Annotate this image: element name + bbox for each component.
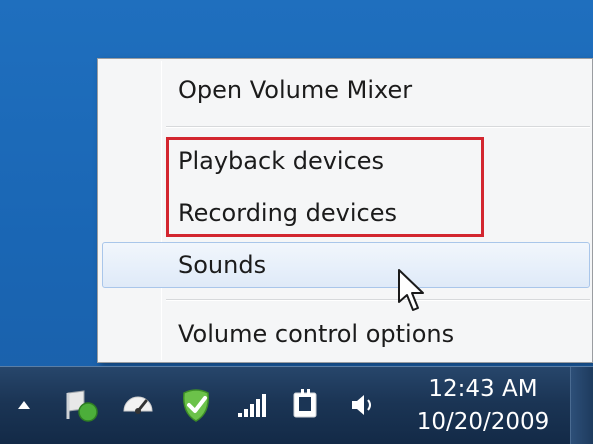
- menu-separator: [166, 299, 590, 301]
- show-hidden-icons-arrow-icon[interactable]: [14, 385, 34, 425]
- menu-item-label: Volume control options: [178, 320, 455, 348]
- menu-item-label: Open Volume Mixer: [178, 76, 413, 104]
- menu-item-sounds[interactable]: Sounds: [102, 242, 590, 288]
- volume-context-menu: Open Volume Mixer Playback devices Recor…: [97, 58, 593, 363]
- red-highlight-box: [166, 137, 484, 237]
- action-center-icon[interactable]: [62, 385, 100, 425]
- speaker-volume-icon[interactable]: [344, 385, 380, 425]
- menu-item-label: Sounds: [178, 251, 267, 279]
- menu-separator: [166, 126, 590, 128]
- security-shield-icon[interactable]: [176, 385, 216, 425]
- desktop: Open Volume Mixer Playback devices Recor…: [0, 0, 593, 444]
- clock-time: 12:43 AM: [428, 376, 538, 402]
- clock-date: 10/20/2009: [416, 409, 550, 435]
- taskbar-clock[interactable]: 12:43 AM 10/20/2009: [408, 373, 558, 439]
- network-signal-icon[interactable]: [232, 385, 272, 425]
- taskbar: 12:43 AM 10/20/2009: [0, 366, 593, 444]
- mouse-cursor-icon: [398, 269, 424, 311]
- show-desktop-button[interactable]: [570, 367, 593, 444]
- speedometer-icon[interactable]: [118, 385, 158, 425]
- menu-item-open-volume-mixer[interactable]: Open Volume Mixer: [102, 67, 590, 113]
- menu-item-volume-control-options[interactable]: Volume control options: [102, 311, 590, 357]
- power-plug-icon[interactable]: [288, 385, 324, 425]
